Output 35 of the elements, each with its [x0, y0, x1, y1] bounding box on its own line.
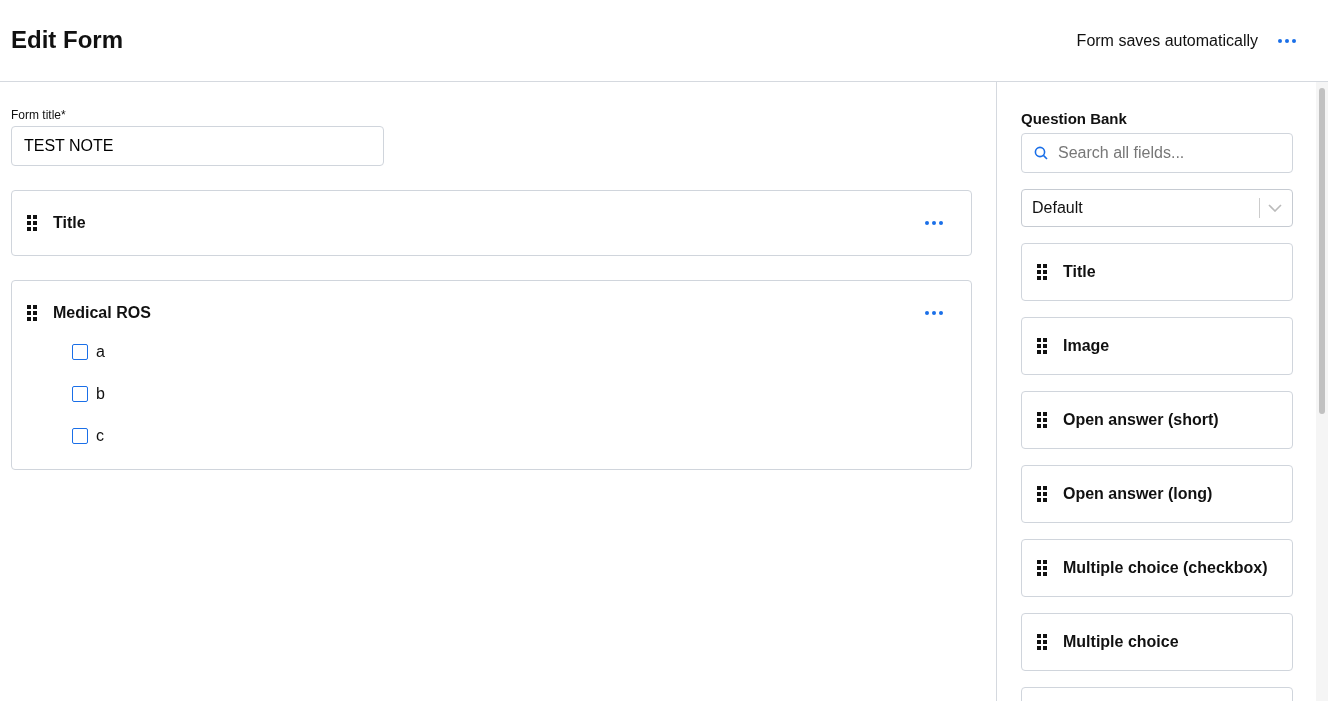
- field-label: Form title*: [11, 107, 67, 124]
- drag-handle-icon[interactable]: [27, 215, 37, 231]
- chevron-down-icon: [1268, 203, 1282, 212]
- option-label: b: [96, 384, 105, 404]
- section-heading: Question Bank: [1021, 109, 1128, 129]
- question-type-item[interactable]: Image: [1021, 316, 1293, 375]
- question-title: Title: [53, 213, 86, 233]
- checkbox[interactable]: [72, 428, 88, 444]
- filter-dropdown[interactable]: Default: [1021, 188, 1293, 227]
- search-icon: [1034, 145, 1048, 160]
- drag-handle-icon[interactable]: [1037, 559, 1047, 576]
- option-label: a: [96, 342, 105, 362]
- more-icon: [1278, 38, 1296, 43]
- drag-handle-icon[interactable]: [27, 305, 37, 321]
- question-type-item[interactable]: Multiple choice: [1021, 612, 1293, 671]
- more-icon: [925, 311, 943, 315]
- scrollbar[interactable]: [1316, 82, 1328, 701]
- drag-handle-icon[interactable]: [1037, 633, 1047, 650]
- title-input[interactable]: TEST NOTE: [11, 126, 384, 166]
- search-field[interactable]: Search all fields...: [1021, 132, 1293, 173]
- option-label: c: [96, 426, 104, 446]
- question-type-item[interactable]: Open answer (long): [1021, 464, 1293, 523]
- drag-handle-icon[interactable]: [1037, 337, 1047, 354]
- checkbox[interactable]: [72, 386, 88, 402]
- drag-handle-icon[interactable]: [1037, 411, 1047, 428]
- drag-handle-icon[interactable]: [1037, 485, 1047, 502]
- drag-handle-icon[interactable]: [1037, 263, 1047, 280]
- more-icon: [925, 221, 943, 225]
- page-title: Edit Form: [11, 26, 123, 55]
- checkbox[interactable]: [72, 344, 88, 360]
- question-type-item[interactable]: Title: [1021, 242, 1293, 301]
- question-type-item[interactable]: Open answer (short): [1021, 390, 1293, 449]
- save-status: Form saves automatically: [1076, 30, 1258, 51]
- question-type-item[interactable]: Multiple choice (checkbox): [1021, 538, 1293, 597]
- question-title: Medical ROS: [53, 303, 151, 323]
